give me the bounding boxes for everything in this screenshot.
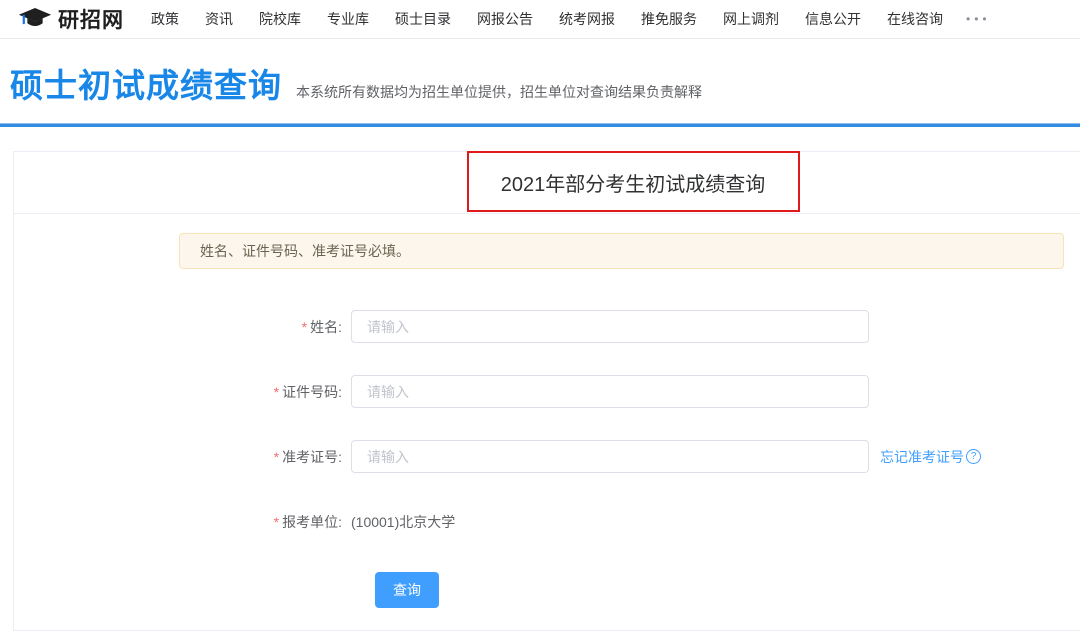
logo-text: 研招网 — [58, 4, 124, 34]
query-form: *姓名: *证件号码: *准考证号: 忘记准考证号? *报考单位: (10001… — [14, 310, 1080, 608]
form-row-target-unit: *报考单位: (10001)北京大学 — [14, 505, 1080, 538]
site-logo[interactable]: 研招网 — [18, 4, 124, 34]
nav-item-unified-exam[interactable]: 统考网报 — [546, 9, 628, 29]
nav-item-info-public[interactable]: 信息公开 — [792, 9, 874, 29]
required-mark: * — [274, 514, 279, 530]
form-row-admission-ticket: *准考证号: 忘记准考证号? — [14, 440, 1080, 473]
name-input[interactable] — [351, 310, 869, 343]
admission-ticket-input[interactable] — [351, 440, 869, 473]
blue-divider — [0, 123, 1080, 127]
nav-item-online-adjust[interactable]: 网上调剂 — [710, 9, 792, 29]
question-circle-icon: ? — [966, 449, 981, 464]
nav-item-college-db[interactable]: 院校库 — [246, 9, 314, 29]
button-row: 查询 — [375, 572, 1080, 608]
panel-title: 2021年部分考生初试成绩查询 — [501, 168, 766, 197]
graduation-cap-icon — [18, 7, 58, 31]
nav-item-major-db[interactable]: 专业库 — [314, 9, 382, 29]
form-row-id-number: *证件号码: — [14, 375, 1080, 408]
nav-item-master-catalog[interactable]: 硕士目录 — [382, 9, 464, 29]
nav-item-news[interactable]: 资讯 — [192, 9, 246, 29]
name-label: *姓名: — [14, 317, 342, 337]
target-unit-value: (10001)北京大学 — [351, 512, 455, 532]
page-title: 硕士初试成绩查询 — [10, 59, 282, 107]
nav-item-exempt-service[interactable]: 推免服务 — [628, 9, 710, 29]
nav-item-policy[interactable]: 政策 — [138, 9, 192, 29]
forgot-ticket-link[interactable]: 忘记准考证号? — [880, 447, 981, 467]
id-number-input[interactable] — [351, 375, 869, 408]
admission-ticket-label: *准考证号: — [14, 447, 342, 467]
notice-text: 姓名、证件号码、准考证号必填。 — [200, 241, 410, 261]
page-header: 硕士初试成绩查询 本系统所有数据均为招生单位提供，招生单位对查询结果负责解释 — [0, 39, 1080, 107]
required-mark: * — [302, 319, 307, 335]
id-number-label: *证件号码: — [14, 382, 342, 402]
form-row-name: *姓名: — [14, 310, 1080, 343]
required-mark: * — [274, 384, 279, 400]
nav-item-online-consult[interactable]: 在线咨询 — [874, 9, 956, 29]
score-query-panel: 2021年部分考生初试成绩查询 姓名、证件号码、准考证号必填。 *姓名: *证件… — [13, 151, 1080, 631]
nav-item-online-announce[interactable]: 网报公告 — [464, 9, 546, 29]
nav-menu: 政策 资讯 院校库 专业库 硕士目录 网报公告 统考网报 推免服务 网上调剂 信… — [138, 9, 1001, 29]
nav-more-dots-icon[interactable]: ••• — [956, 12, 1001, 26]
required-fields-notice: 姓名、证件号码、准考证号必填。 — [179, 233, 1064, 269]
panel-header: 2021年部分考生初试成绩查询 — [14, 152, 1080, 214]
target-unit-label: *报考单位: — [14, 512, 342, 532]
query-button[interactable]: 查询 — [375, 572, 439, 608]
required-mark: * — [274, 449, 279, 465]
top-navigation: 研招网 政策 资讯 院校库 专业库 硕士目录 网报公告 统考网报 推免服务 网上… — [0, 0, 1080, 39]
page-subtitle: 本系统所有数据均为招生单位提供，招生单位对查询结果负责解释 — [296, 82, 702, 102]
